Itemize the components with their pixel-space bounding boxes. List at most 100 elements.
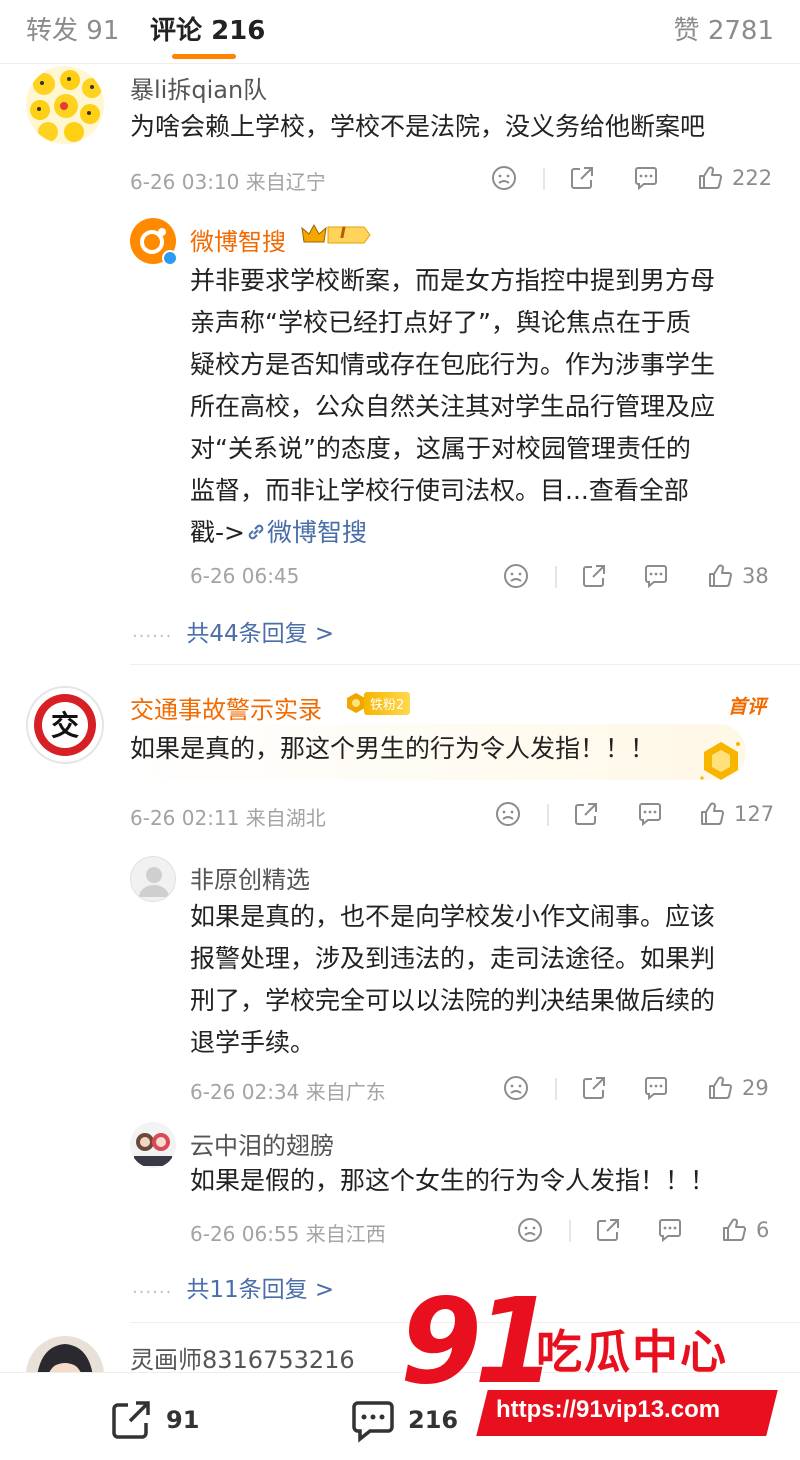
like-count: 6 — [756, 1218, 770, 1242]
reply-text-line: 疑校方是否知情或存在包庇行为。作为涉事学生 — [190, 350, 716, 379]
comment-time: 6-26 03:10 — [130, 170, 240, 194]
duck-pattern-icon — [30, 70, 102, 142]
dislike-button[interactable] — [490, 164, 518, 192]
sad-face-icon — [504, 1076, 528, 1100]
sad-face-icon — [492, 166, 516, 190]
reply-button[interactable] — [656, 1216, 684, 1244]
more-replies-label: 共11条回复 > — [186, 1277, 335, 1303]
couple-avatar-icon — [134, 1133, 172, 1166]
comment-username[interactable]: 暴li拆qian队 — [130, 70, 267, 105]
comment-meta: 6-26 03:10 来自辽宁 — [130, 166, 326, 195]
reply-source-link[interactable]: 微博智搜 — [245, 518, 367, 547]
fan-badge-label: 铁粉2 — [364, 691, 411, 715]
tab-comments-label: 评论 — [150, 16, 203, 46]
avatar[interactable]: 交 — [26, 686, 104, 764]
dislike-button[interactable] — [494, 800, 522, 828]
comment-icon — [352, 1401, 394, 1443]
thumbs-up-icon — [709, 564, 733, 587]
fan-badge: 铁粉2 — [344, 690, 411, 716]
comment-location: 来自湖北 — [245, 806, 326, 830]
share-icon — [583, 565, 605, 587]
reply-button[interactable] — [642, 1074, 670, 1102]
bottom-repost-button[interactable]: 91 — [106, 1395, 199, 1445]
reply-button[interactable] — [642, 562, 670, 590]
comment-meta: 6-26 02:11 来自湖北 — [130, 802, 326, 831]
comment-location: 来自辽宁 — [245, 170, 326, 194]
like-count: 38 — [742, 564, 769, 588]
reply-text-line: 戳-> 微博智搜 — [190, 512, 790, 554]
reply-text-line: 监督，而非让学校行使司法权。目...查看全部 — [190, 476, 689, 505]
reply-text-line: 刑了，学校完全可以以法院的判决结果做后续的 — [190, 986, 716, 1015]
like-button[interactable]: 6 — [720, 1216, 769, 1244]
reply-username[interactable]: 微博智搜 — [190, 222, 286, 257]
dislike-button[interactable] — [502, 1074, 530, 1102]
comment-time: 6-26 02:11 — [130, 806, 240, 830]
verified-badge — [162, 250, 178, 266]
watermark: 91 吃瓜中心 https://91vip13.com — [400, 1282, 800, 1450]
avatar[interactable] — [130, 856, 176, 902]
dislike-button[interactable] — [516, 1216, 544, 1244]
comment-username[interactable]: 灵画师8316753216 — [130, 1340, 355, 1375]
share-button[interactable] — [568, 164, 596, 192]
tab-repost[interactable]: 转发 91 — [26, 10, 119, 47]
vip-level: I — [340, 223, 346, 242]
tab-comments[interactable]: 评论 216 — [150, 10, 265, 47]
default-user-icon — [139, 867, 169, 897]
active-tab-indicator — [172, 54, 236, 59]
reply-text-line: 所在高校，公众自然关注其对学生品行管理及应 — [190, 392, 716, 421]
reply-button[interactable] — [632, 164, 660, 192]
share-icon — [597, 1219, 619, 1241]
comment-icon — [645, 565, 667, 589]
dislike-button[interactable] — [502, 562, 530, 590]
more-replies-link[interactable]: ...... 共11条回复 > — [132, 1270, 334, 1304]
thumbs-up-icon — [701, 802, 725, 825]
gold-medal-icon — [700, 742, 740, 780]
comment-tabs: 转发 91 评论 216 赞 2781 — [0, 0, 800, 64]
share-button[interactable] — [580, 1074, 608, 1102]
bottom-repost-count: 91 — [166, 1406, 200, 1434]
reply-text-line: 亲声称“学校已经打点好了”，舆论焦点在于质 — [190, 308, 691, 337]
action-separator — [569, 1220, 571, 1242]
tab-repost-count: 91 — [86, 16, 120, 46]
avatar[interactable] — [26, 66, 104, 144]
medal-icon — [698, 738, 744, 784]
thumbs-up-icon — [723, 1218, 747, 1241]
like-button[interactable]: 29 — [706, 1074, 769, 1102]
comment-icon — [635, 167, 657, 191]
reply-username[interactable]: 云中泪的翅膀 — [190, 1126, 334, 1161]
reply-username[interactable]: 非原创精选 — [190, 860, 310, 895]
comment-username[interactable]: 交通事故警示实录 — [130, 690, 322, 725]
share-button[interactable] — [572, 800, 600, 828]
comment-icon — [639, 803, 661, 827]
tab-likes[interactable]: 赞 2781 — [674, 10, 774, 47]
reply-text-line: 并非要求学校断案，而是女方指控中提到男方母 — [190, 266, 716, 295]
sad-face-icon — [496, 802, 520, 826]
more-replies-label: 共44条回复 > — [186, 621, 335, 647]
thumbs-up-icon — [699, 166, 723, 189]
reply-text-line: 报警处理，涉及到违法的，走司法途径。如果判 — [190, 944, 716, 973]
reply-text-line: 退学手续。 — [190, 1028, 316, 1057]
avatar[interactable] — [130, 1122, 176, 1168]
reply-time: 6-26 02:34 — [190, 1080, 300, 1104]
comment-icon — [659, 1219, 681, 1243]
thumbs-up-icon — [709, 1076, 733, 1099]
reply-text-line: 如果是真的，也不是向学校发小作文闹事。应该 — [190, 902, 716, 931]
comment-divider — [130, 664, 800, 665]
reply-time: 6-26 06:55 — [190, 1222, 300, 1246]
more-replies-link[interactable]: ...... 共44条回复 > — [132, 614, 334, 648]
reply-text-tail: 戳-> — [190, 518, 245, 547]
reply-text: 如果是真的，也不是向学校发小作文闹事。应该 报警处理，涉及到违法的，走司法途径。… — [190, 896, 790, 1064]
like-button[interactable]: 222 — [696, 164, 772, 192]
share-button[interactable] — [594, 1216, 622, 1244]
repost-icon — [112, 1401, 150, 1439]
like-button[interactable]: 38 — [706, 562, 769, 590]
vip-level-badge: I — [300, 222, 372, 248]
reply-source-link-label: 微博智搜 — [266, 518, 367, 547]
share-button[interactable] — [580, 562, 608, 590]
like-button[interactable]: 127 — [698, 800, 774, 828]
reply-text-line: 对“关系说”的态度，这属于对校园管理责任的 — [190, 434, 691, 463]
like-count: 127 — [734, 802, 775, 826]
crown-icon — [301, 223, 371, 244]
reply-button[interactable] — [636, 800, 664, 828]
tab-repost-label: 转发 — [26, 16, 79, 46]
